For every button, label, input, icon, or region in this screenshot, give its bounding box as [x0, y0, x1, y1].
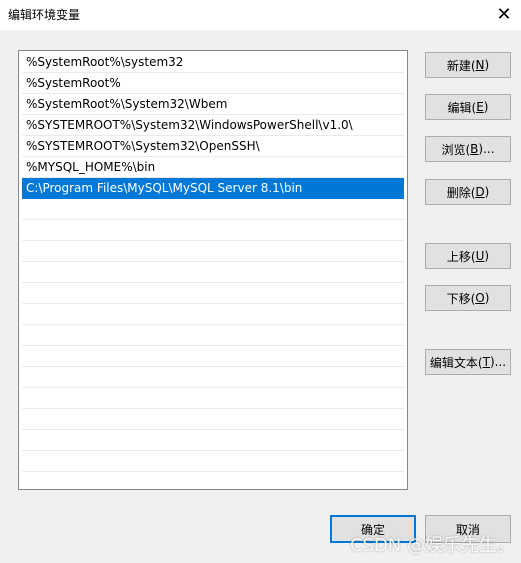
- browse-button-suffix: )...: [478, 142, 495, 156]
- empty-list-row[interactable]: [22, 346, 404, 367]
- window-title: 编辑环境变量: [8, 8, 81, 22]
- move-down-button[interactable]: 下移(O): [425, 285, 511, 311]
- close-icon[interactable]: ✕: [487, 0, 521, 28]
- new-button-label: 新建(: [446, 58, 476, 73]
- move-up-button-key: U: [475, 249, 485, 263]
- list-item[interactable]: %SystemRoot%\System32\Wbem: [22, 94, 404, 115]
- edit-button-label: 编辑(: [447, 100, 477, 115]
- delete-button-key: D: [475, 185, 485, 199]
- edit-button-suffix: ): [483, 100, 489, 114]
- empty-list-row[interactable]: [22, 304, 404, 325]
- list-item[interactable]: %SYSTEMROOT%\System32\OpenSSH\: [22, 136, 404, 157]
- delete-button-suffix: ): [484, 185, 490, 199]
- watermark: CSDN @娱乐先生。: [349, 535, 515, 556]
- empty-list-row[interactable]: [22, 409, 404, 430]
- title-bar: 编辑环境变量 ✕: [0, 0, 521, 30]
- empty-list-row[interactable]: [22, 262, 404, 283]
- empty-list-row[interactable]: [22, 451, 404, 472]
- edit-text-button-key: T: [482, 355, 490, 369]
- edit-text-button-suffix: )...: [489, 355, 507, 369]
- move-down-button-suffix: ): [484, 291, 490, 305]
- list-item[interactable]: %SystemRoot%: [22, 73, 404, 94]
- browse-button-label: 浏览(: [441, 142, 471, 157]
- empty-list-row[interactable]: [22, 220, 404, 241]
- delete-button-label: 删除(: [446, 185, 476, 200]
- empty-list-row[interactable]: [22, 388, 404, 409]
- move-up-button-suffix: ): [484, 249, 490, 263]
- empty-list-row[interactable]: [22, 199, 404, 220]
- move-down-button-key: O: [475, 291, 485, 305]
- edit-text-button[interactable]: 编辑文本(T)...: [425, 349, 511, 375]
- path-list[interactable]: %SystemRoot%\system32 %SystemRoot% %Syst…: [18, 50, 408, 490]
- move-down-button-label: 下移(: [446, 291, 476, 306]
- list-item[interactable]: %MYSQL_HOME%\bin: [22, 157, 404, 178]
- empty-list-row[interactable]: [22, 283, 404, 304]
- new-button-key: N: [475, 58, 485, 72]
- list-item-selected[interactable]: C:\Program Files\MySQL\MySQL Server 8.1\…: [22, 178, 404, 199]
- empty-list-row[interactable]: [22, 325, 404, 346]
- empty-list-row[interactable]: [22, 241, 404, 262]
- move-up-button-label: 上移(: [446, 249, 476, 264]
- empty-list-row[interactable]: [22, 367, 404, 388]
- edit-text-button-label: 编辑文本(: [429, 355, 483, 370]
- move-up-button[interactable]: 上移(U): [425, 243, 511, 269]
- delete-button[interactable]: 删除(D): [425, 179, 511, 205]
- browse-button-key: B: [470, 142, 479, 156]
- list-item[interactable]: %SYSTEMROOT%\System32\WindowsPowerShell\…: [22, 115, 404, 136]
- new-button-suffix: ): [484, 58, 490, 72]
- new-button[interactable]: 新建(N): [425, 52, 511, 78]
- empty-list-row[interactable]: [22, 472, 404, 489]
- edit-button[interactable]: 编辑(E): [425, 94, 511, 120]
- empty-list-row[interactable]: [22, 430, 404, 451]
- edit-button-key: E: [476, 100, 484, 114]
- browse-button[interactable]: 浏览(B)...: [425, 136, 511, 162]
- list-item[interactable]: %SystemRoot%\system32: [22, 52, 404, 73]
